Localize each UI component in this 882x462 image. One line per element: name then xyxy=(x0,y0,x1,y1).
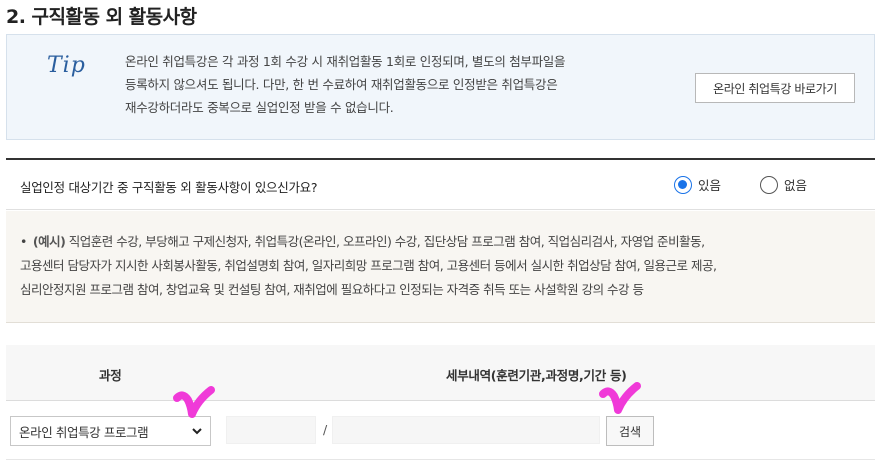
bullet: • xyxy=(20,234,27,249)
table-row: 온라인 취업특강 프로그램 / 검색 xyxy=(6,402,875,460)
header-course: 과정 xyxy=(99,368,122,383)
search-button[interactable]: 검색 xyxy=(606,416,654,446)
separator-slash: / xyxy=(323,422,328,437)
radio-selected-icon[interactable] xyxy=(674,175,692,194)
example-text: • (예시) 직업훈련 수강, 부당해고 구제신청자, 취업특강(온라인, 오프라… xyxy=(20,230,866,302)
online-lecture-link-button[interactable]: 온라인 취업특강 바로가기 xyxy=(695,73,855,103)
example-line-3: 심리안정지원 프로그램 참여, 창업교육 및 컨설팅 참여, 재취업에 필요하다… xyxy=(20,282,644,297)
details-input-course[interactable] xyxy=(332,416,600,444)
example-line-2: 고용센터 담당자가 지시한 사회봉사활동, 취업설명회 참여, 일자리희망 프로… xyxy=(20,258,717,273)
example-line: • (예시) 직업훈련 수강, 부당해고 구제신청자, 취업특강(온라인, 오프라… xyxy=(20,230,866,254)
radio-option-no[interactable]: 없음 xyxy=(760,175,807,194)
tip-box: Tip 온라인 취업특강은 각 과정 1회 수강 시 재취업활동 1회로 인정되… xyxy=(6,34,875,140)
course-select-value: 온라인 취업특강 프로그램 xyxy=(19,424,149,440)
table-header: 과정 세부내역(훈련기관,과정명,기간 등) xyxy=(6,345,875,401)
radio-unselected-icon[interactable] xyxy=(760,175,778,194)
tip-mark: Tip xyxy=(47,53,86,78)
tip-line: 재수강하더라도 중복으로 실업인정 받을 수 없습니다. xyxy=(125,100,394,115)
tip-text: 온라인 취업특강은 각 과정 1회 수강 시 재취업활동 1회로 인정되며, 별… xyxy=(125,50,665,119)
chevron-down-icon xyxy=(192,428,202,435)
check-mark-icon xyxy=(173,386,215,418)
radio-label-yes: 있음 xyxy=(698,178,722,193)
radio-label-no: 없음 xyxy=(784,178,808,193)
example-box: • (예시) 직업훈련 수강, 부당해고 구제신청자, 취업특강(온라인, 오프라… xyxy=(6,211,875,323)
tip-line: 온라인 취업특강은 각 과정 1회 수강 시 재취업활동 1회로 인정되며, 별… xyxy=(125,54,566,69)
check-mark-icon xyxy=(599,382,641,414)
tip-line: 등록하지 않으셔도 됩니다. 다만, 한 번 수료하여 재취업활동으로 인정받은… xyxy=(125,77,558,92)
example-line-1: 직업훈련 수강, 부당해고 구제신청자, 취업특강(온라인, 오프라인) 수강,… xyxy=(65,234,705,249)
radio-option-yes[interactable]: 있음 xyxy=(674,175,721,194)
question-text: 실업인정 대상기간 중 구직활동 외 활동사항이 있으신가요? xyxy=(20,180,318,195)
section-title: 2. 구직활동 외 활동사항 xyxy=(6,6,197,28)
question-row: 실업인정 대상기간 중 구직활동 외 활동사항이 있으신가요? 있음 없음 xyxy=(6,160,875,210)
details-input-institution[interactable] xyxy=(226,416,316,444)
example-label: (예시) xyxy=(32,234,66,249)
